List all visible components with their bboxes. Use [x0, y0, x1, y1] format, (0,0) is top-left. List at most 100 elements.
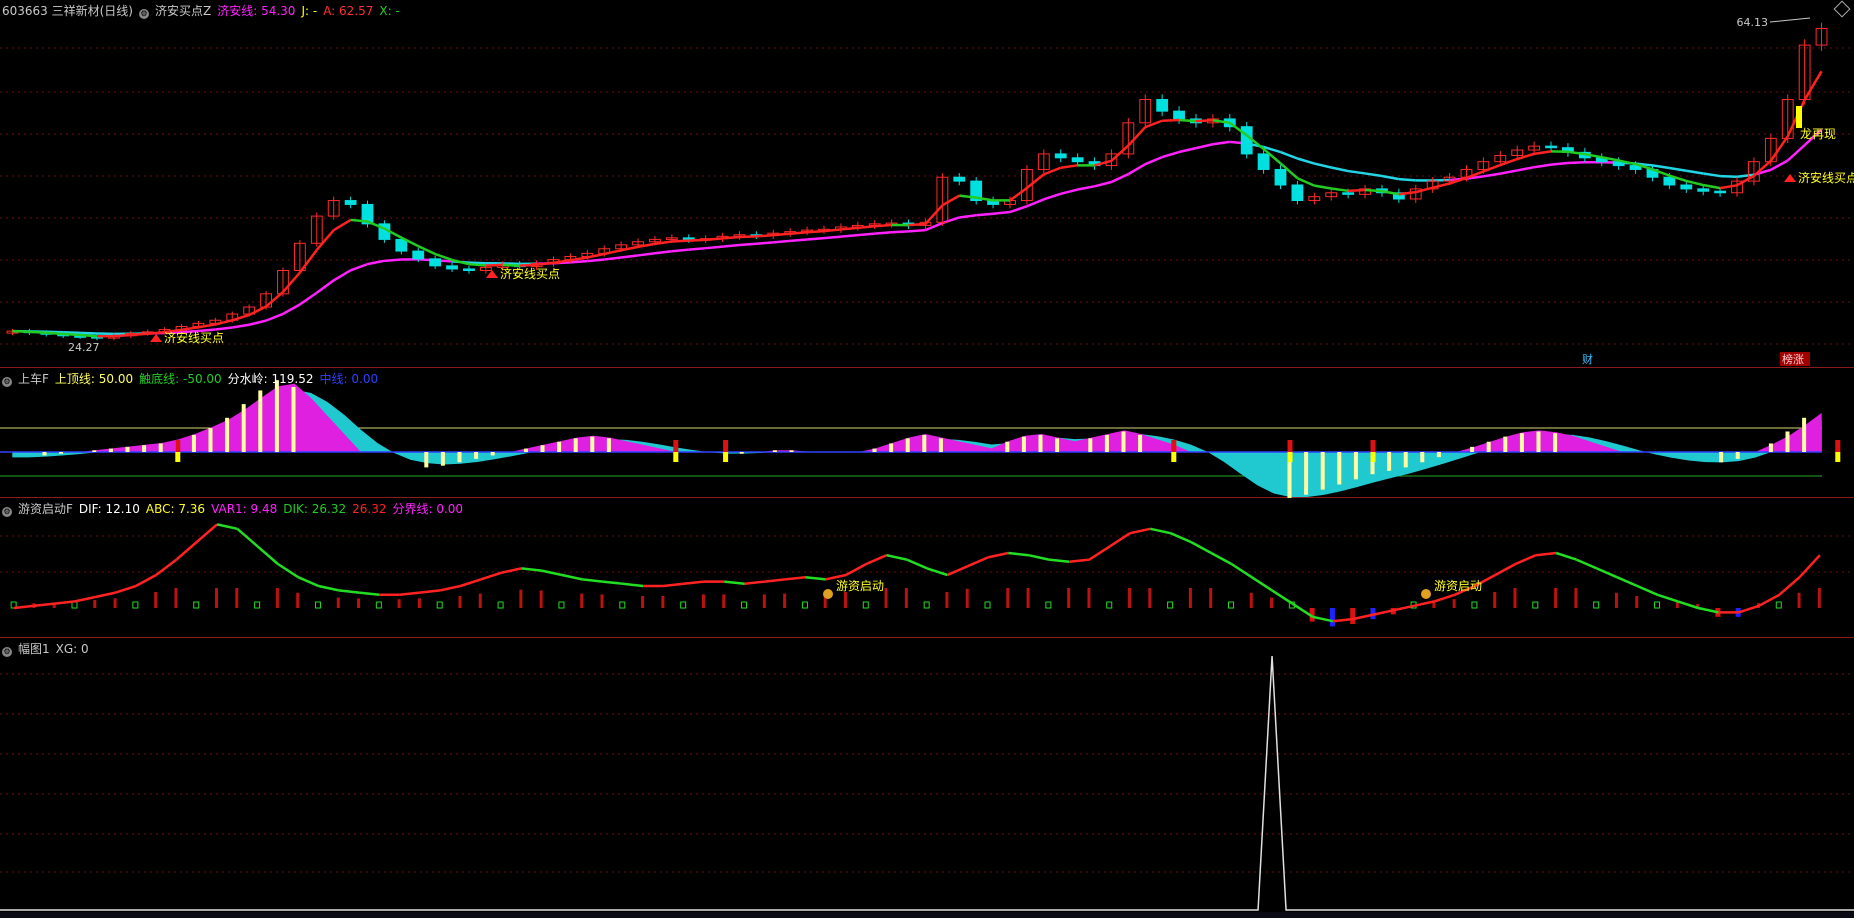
settings-icon[interactable]: ⚙ — [2, 647, 12, 657]
pos-bar — [1006, 588, 1010, 608]
pos-bar — [296, 592, 300, 608]
youzi-legend: ⚙ 游资启动F DIF: 12.10 ABC: 7.36 VAR1: 9.48 DIK: … — [2, 500, 469, 517]
shangche-panel[interactable]: ⚙ 上车F 上顶线: 50.00 触底线: -50.00 分水岭: 119.52 中线: … — [0, 368, 1854, 498]
fast-line-seg — [333, 218, 352, 232]
pos-bar — [945, 592, 949, 608]
dif-line-seg — [358, 591, 380, 597]
dif-line-seg — [460, 578, 482, 588]
jian-line-seg — [992, 210, 1011, 216]
futu-panel[interactable]: ⚙ 幅图1 XG: 0 — [0, 638, 1854, 912]
dif-line-seg — [1535, 551, 1557, 557]
signal-bar — [142, 445, 147, 452]
fast-line-seg — [29, 330, 47, 334]
fast-line-seg — [941, 194, 960, 207]
dif-line-seg — [1433, 593, 1456, 603]
signal-bar — [1470, 446, 1475, 452]
dif-line-seg — [1271, 589, 1294, 605]
dif-line-seg — [1028, 553, 1050, 561]
settings-icon[interactable]: ⚙ — [139, 9, 149, 19]
dif-line-seg — [602, 580, 623, 586]
fast-line-seg — [12, 329, 30, 333]
candle-body — [412, 250, 425, 260]
green-box — [1532, 601, 1539, 609]
signal-bar — [557, 441, 562, 452]
jian-line-seg — [384, 258, 402, 263]
fast-line-seg — [1381, 189, 1400, 196]
green-box — [1593, 601, 1600, 609]
fast-line-seg — [1314, 184, 1332, 190]
jian-line-seg — [840, 233, 858, 238]
shangche-legend: ⚙ 上车F 上顶线: 50.00 触底线: -50.00 分水岭: 119.52 中线: … — [2, 370, 384, 387]
signal-bar — [1802, 417, 1807, 452]
pos-bar — [783, 593, 787, 608]
signal-bar — [42, 452, 47, 456]
signal-bar — [457, 452, 462, 463]
pos-bar — [965, 588, 969, 608]
dif-line-seg — [1636, 584, 1659, 596]
fast-line-seg — [1178, 118, 1197, 123]
signal-bar — [905, 438, 910, 452]
settings-icon[interactable]: ⚙ — [2, 377, 12, 387]
green-box — [1775, 601, 1782, 609]
youzi-panel[interactable]: ⚙ 游资启动F DIF: 12.10 ABC: 7.36 VAR1: 9.48 DIK: … — [0, 498, 1854, 638]
fast-line-seg — [790, 231, 808, 235]
x-value: X: - — [379, 4, 400, 18]
candle-body — [446, 265, 458, 270]
jian-line-seg — [1161, 150, 1180, 159]
fast-line-seg — [181, 326, 199, 332]
signal-bar — [1005, 441, 1010, 452]
signal-bar — [1038, 434, 1043, 452]
dif-line-seg — [622, 582, 644, 588]
green-box — [436, 601, 443, 609]
jian-line-seg — [1178, 146, 1197, 154]
signal-bar — [590, 436, 595, 452]
dif-line-seg — [155, 558, 178, 576]
signal-bar — [1719, 452, 1724, 463]
dif-line-seg — [1210, 551, 1233, 566]
signal-bar — [1320, 452, 1325, 490]
fast-line-seg — [1482, 163, 1501, 173]
red-signal-bar — [1835, 440, 1841, 452]
yellow-signal-bar — [1287, 452, 1293, 462]
low-price-label: 24.27 — [68, 341, 100, 354]
jian-line-seg — [333, 269, 352, 282]
jian-line-seg — [756, 241, 774, 246]
dif-line-seg — [318, 584, 340, 592]
green-box — [193, 601, 200, 609]
dif-line-seg — [34, 602, 55, 608]
jian-line-seg — [1060, 188, 1078, 196]
settings-icon[interactable]: ⚙ — [2, 507, 12, 517]
dif-line-seg — [744, 580, 765, 586]
dif-line-seg — [14, 604, 35, 610]
money-bag-icon — [823, 589, 833, 599]
red-signal-bar — [175, 440, 181, 452]
pos-bar — [1452, 599, 1456, 608]
dif-line-seg — [297, 576, 319, 588]
dif-line-seg — [1413, 600, 1435, 608]
signal-bar — [1403, 452, 1408, 468]
pos-bar — [1493, 592, 1497, 608]
price-legend: 603663 三祥新材(日线) ⚙ 济安买点Z 济安线: 54.30 J: - A: 62… — [2, 2, 406, 19]
price-panel[interactable]: 603663 三祥新材(日线) ⚙ 济安买点Z 济安线: 54.30 J: - A: 62… — [0, 0, 1854, 368]
jian-line-seg — [773, 239, 791, 244]
candle-body — [1291, 184, 1304, 202]
pos-bar — [762, 594, 766, 608]
cai-label: 财 — [1582, 352, 1593, 366]
red-signal-bar — [723, 440, 729, 452]
signal-bar — [125, 446, 130, 452]
signal-bar — [258, 390, 263, 452]
pos-bar — [235, 588, 239, 608]
signal-bar — [1735, 452, 1740, 459]
dif-line-seg — [216, 523, 238, 531]
jian-line-seg — [1144, 155, 1163, 166]
top-line-value: 上顶线: 50.00 — [54, 372, 134, 386]
jian-line-seg — [1127, 163, 1146, 176]
pos-bar — [1026, 588, 1030, 608]
candle-body — [395, 238, 408, 252]
jian-line-seg — [1364, 172, 1383, 178]
candle-body — [1071, 157, 1084, 163]
green-box — [741, 601, 748, 609]
candle-body — [1054, 153, 1067, 159]
dif-line-seg — [1230, 562, 1253, 579]
dif-line-seg — [1575, 558, 1598, 570]
